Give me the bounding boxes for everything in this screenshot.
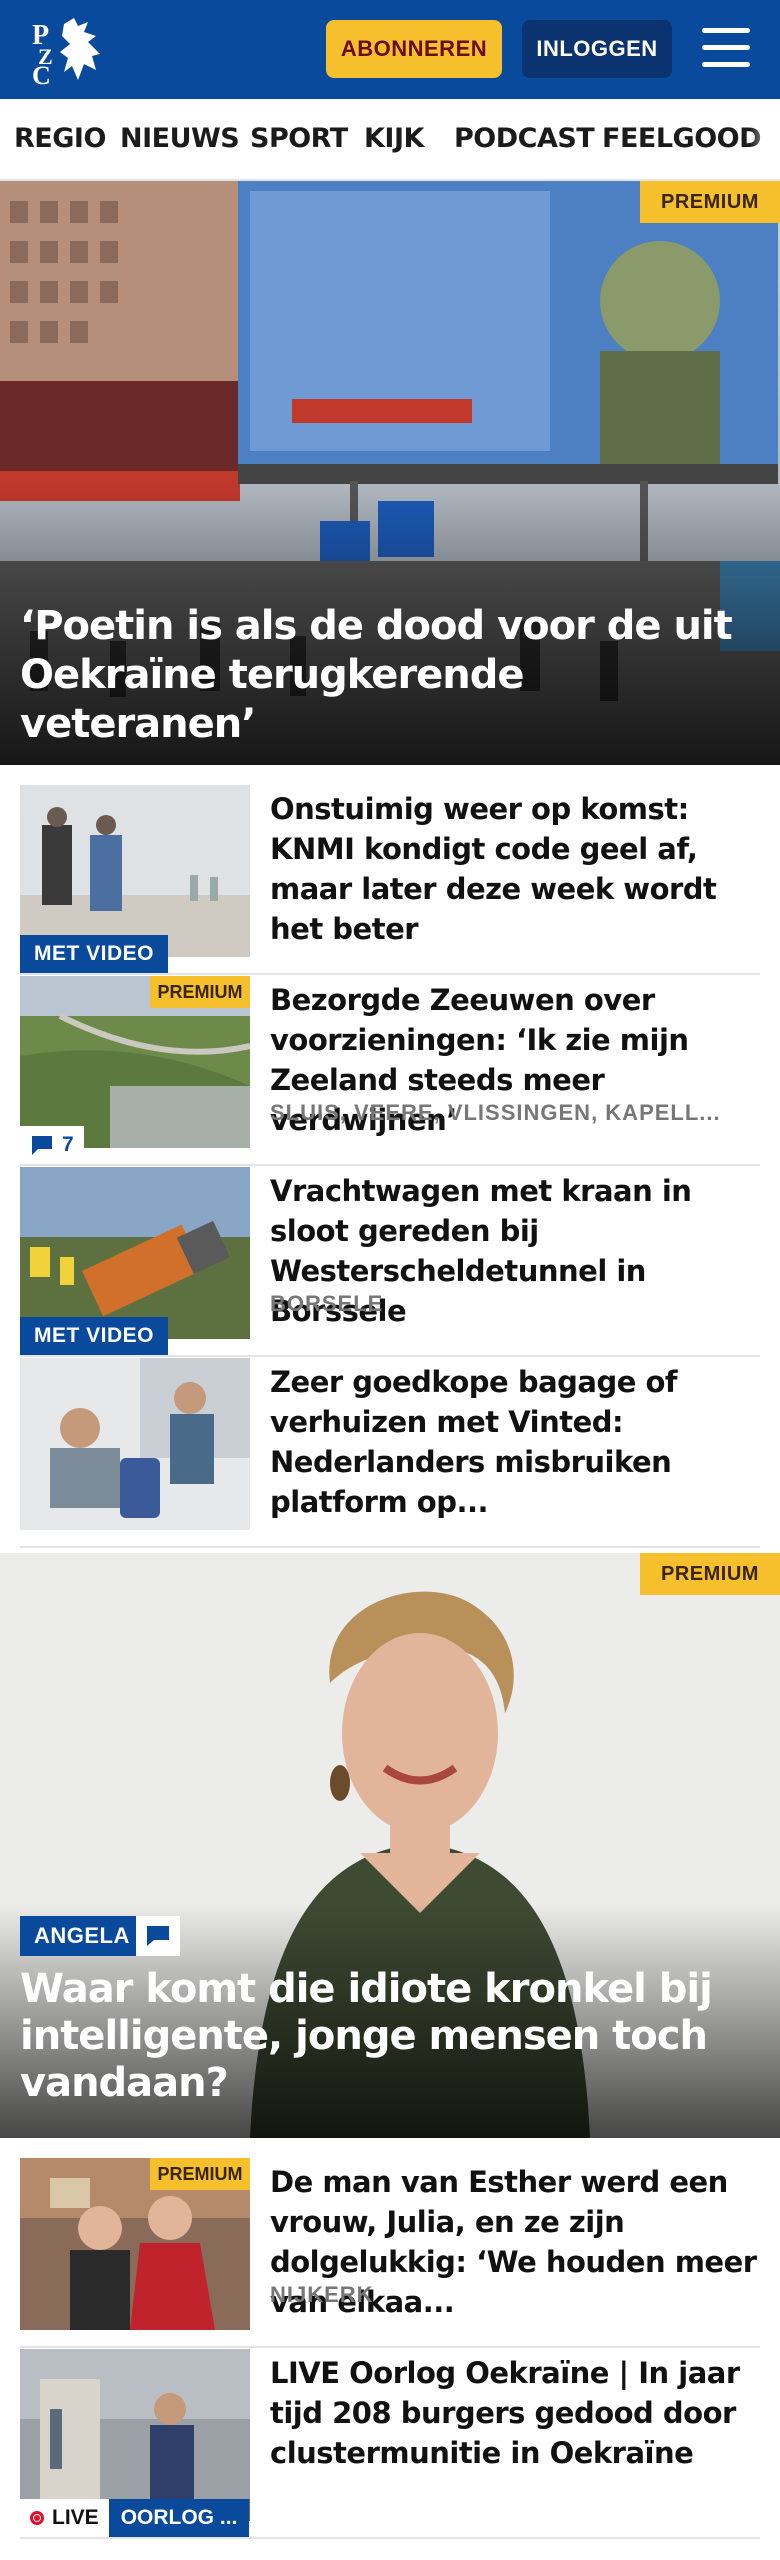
premium-badge: PREMIUM	[150, 2158, 250, 2190]
list-item[interactable]: PREMIUM De man van Esther werd een vrouw…	[20, 2158, 760, 2348]
article-title[interactable]: Zeer goedkope bagage of verhuizen met Vi…	[270, 1362, 760, 1522]
list-item[interactable]: PREMIUM 7 Bezorgde Zeeuwen over voorzien…	[20, 976, 760, 1166]
pzc-logo[interactable]: P Z C	[30, 14, 110, 90]
column-tag-angela[interactable]: ANGELA	[20, 1916, 144, 1956]
hamburger-menu-icon[interactable]	[702, 28, 750, 70]
article-location: SLUIS, VEERE, VLISSINGEN, KAPELL...	[270, 1100, 721, 1125]
premium-badge: PREMIUM	[640, 1553, 780, 1595]
nav-item-sport[interactable]: SPORT	[250, 123, 348, 154]
video-badge: MET VIDEO	[20, 935, 169, 973]
hero-title[interactable]: ‘Poetin is als de dood voor de uit Oekra…	[20, 602, 760, 749]
nav-item-kijk[interactable]: KIJK	[364, 123, 424, 154]
svg-text:C: C	[32, 61, 51, 86]
list-item[interactable]: MET VIDEO Onstuimig weer op komst: KNMI …	[20, 785, 760, 975]
nav-item-nieuws[interactable]: NIEUWS	[120, 123, 240, 154]
site-header: P Z C ABONNEREN INLOGGEN	[0, 0, 780, 99]
featured-column-article[interactable]: PREMIUM ANGELA Waar komt die idiote kron…	[0, 1553, 780, 2138]
video-badge: MET VIDEO	[20, 1317, 169, 1355]
hero-article[interactable]: PREMIUM ‘Poetin is als de dood voor de u…	[0, 181, 780, 765]
nav-scroll-fade	[750, 99, 780, 179]
article-thumbnail	[20, 1167, 250, 1339]
comment-icon	[32, 1136, 52, 1155]
section-nav: REGIO NIEUWS SPORT KIJK PODCAST FEELGOOD	[0, 99, 780, 181]
nav-item-regio[interactable]: REGIO	[14, 123, 106, 154]
featured-title[interactable]: Waar komt die idiote kronkel bij intelli…	[20, 1966, 720, 2107]
live-indicator-icon	[30, 2511, 44, 2525]
list-item[interactable]: MET VIDEO Vrachtwagen met kraan in sloot…	[20, 1167, 760, 1357]
comment-count[interactable]: 7	[20, 1126, 84, 1164]
subscribe-button[interactable]: ABONNEREN	[326, 20, 502, 78]
list-item[interactable]: LIVE OORLOG ... LIVE Oorlog Oekraïne | I…	[20, 2349, 760, 2539]
premium-badge: PREMIUM	[640, 181, 780, 223]
live-label: LIVE	[52, 2506, 99, 2529]
list-item[interactable]: Zeer goedkope bagage of verhuizen met Vi…	[20, 1358, 760, 1548]
live-badge: LIVE OORLOG ...	[20, 2499, 250, 2537]
comment-count-value: 7	[62, 1133, 74, 1156]
section-label: OORLOG ...	[108, 2499, 250, 2537]
article-title[interactable]: LIVE Oorlog Oekraïne | In jaar tijd 208 …	[270, 2353, 760, 2473]
article-title[interactable]: Onstuimig weer op komst: KNMI kondigt co…	[270, 789, 760, 949]
premium-badge: PREMIUM	[150, 976, 250, 1008]
article-thumbnail	[20, 785, 250, 957]
article-location: NIJKERK	[270, 2282, 374, 2307]
article-thumbnail	[20, 2349, 250, 2521]
comment-icon[interactable]	[136, 1916, 180, 1956]
article-thumbnail	[20, 1358, 250, 1530]
nav-item-podcast[interactable]: PODCAST	[454, 123, 595, 154]
article-location: BORSELE	[270, 1291, 384, 1316]
nav-item-feelgood[interactable]: FEELGOOD	[602, 123, 762, 154]
login-button[interactable]: INLOGGEN	[522, 20, 672, 78]
